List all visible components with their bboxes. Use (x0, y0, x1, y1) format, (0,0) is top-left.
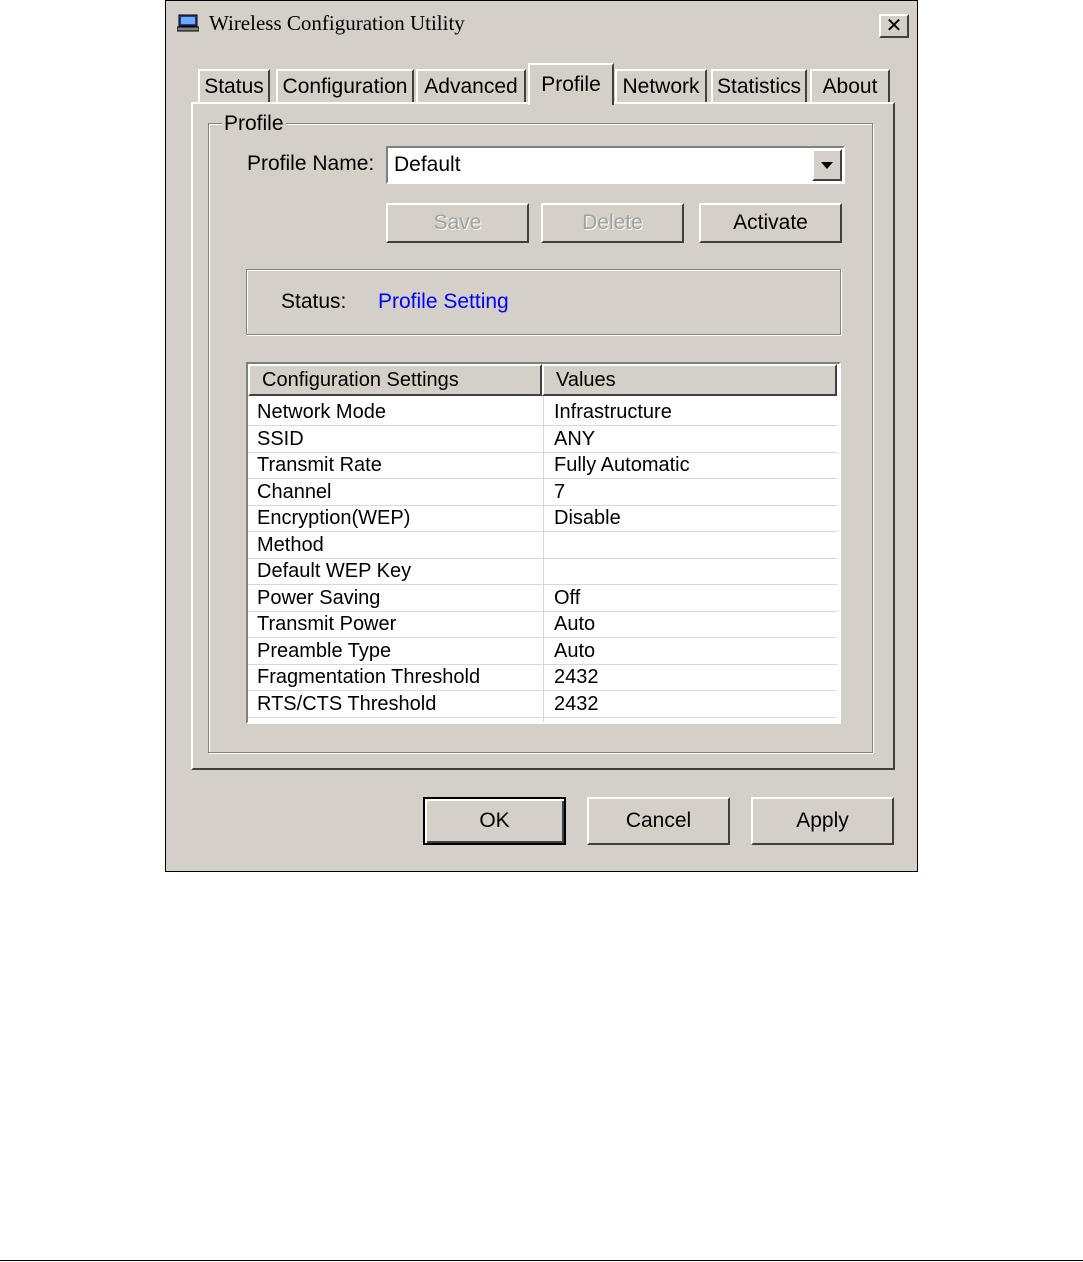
tab-advanced[interactable]: Advanced (416, 69, 526, 102)
table-row[interactable]: Transmit Power Auto (248, 611, 837, 638)
table-row[interactable]: Fragmentation Threshold 2432 (248, 664, 837, 691)
setting-name: SSID (257, 428, 304, 450)
status-label: Status: (281, 290, 347, 313)
setting-name: Power Saving (257, 587, 381, 609)
setting-name: Preamble Type (257, 640, 392, 662)
ok-button[interactable]: OK (423, 797, 566, 845)
setting-name: Method (257, 534, 324, 556)
setting-name: Transmit Power (257, 613, 397, 635)
profile-name-label: Profile Name: (247, 152, 375, 175)
cancel-button[interactable]: Cancel (587, 797, 730, 845)
apply-button[interactable]: Apply (751, 797, 894, 845)
setting-value: Auto (554, 640, 596, 662)
page-divider (0, 1260, 1083, 1261)
setting-name: Default WEP Key (257, 560, 412, 582)
dropdown-button[interactable] (812, 149, 842, 181)
tab-status[interactable]: Status (198, 69, 270, 102)
table-row[interactable]: Transmit Rate Fully Automatic (248, 452, 837, 479)
setting-value: Infrastructure (554, 401, 672, 423)
profile-name-value: Default (394, 153, 461, 176)
setting-value: Fully Automatic (554, 454, 690, 476)
setting-name: Transmit Rate (257, 454, 382, 476)
table-row[interactable]: Default WEP Key (248, 558, 837, 585)
setting-value: Disable (554, 507, 621, 529)
delete-button[interactable]: Delete (541, 203, 684, 243)
setting-value: Auto (554, 613, 596, 635)
table-row[interactable]: Power Saving Off (248, 585, 837, 612)
setting-value: 7 (554, 481, 566, 503)
setting-name: Encryption(WEP) (257, 507, 411, 529)
table-row[interactable]: Channel 7 (248, 479, 837, 506)
table-row[interactable]: Encryption(WEP) Disable (248, 505, 837, 532)
setting-name: Channel (257, 481, 332, 503)
column-header-settings[interactable]: Configuration Settings (248, 364, 542, 396)
tab-configuration[interactable]: Configuration (276, 69, 414, 102)
column-header-values[interactable]: Values (542, 364, 837, 396)
chevron-down-icon (821, 161, 833, 169)
setting-name: Network Mode (257, 401, 386, 423)
save-button[interactable]: Save (386, 203, 529, 243)
tab-network[interactable]: Network (615, 69, 707, 102)
setting-value: Off (554, 587, 581, 609)
setting-value: 2432 (554, 666, 599, 688)
listview-header: Configuration Settings Values (248, 364, 837, 396)
table-row[interactable]: Method (248, 532, 837, 559)
settings-listview[interactable]: Configuration Settings Values Network Mo… (246, 362, 841, 724)
tab-statistics[interactable]: Statistics (711, 69, 807, 102)
profile-group-label: Profile (222, 112, 286, 136)
profile-name-combobox[interactable]: Default (386, 146, 845, 184)
setting-value: 2432 (554, 693, 599, 715)
wireless-config-window: Wireless Configuration Utility ✕ Status … (165, 0, 918, 872)
table-row[interactable]: Network Mode Infrastructure (248, 399, 837, 426)
activate-button[interactable]: Activate (699, 203, 842, 243)
setting-name: RTS/CTS Threshold (257, 693, 437, 715)
table-row[interactable]: SSID ANY (248, 426, 837, 453)
setting-value: ANY (554, 428, 596, 450)
tab-profile[interactable]: Profile (528, 63, 614, 105)
tab-about[interactable]: About (810, 69, 890, 102)
status-value: Profile Setting (378, 290, 509, 313)
table-row[interactable]: RTS/CTS Threshold 2432 (248, 691, 837, 718)
setting-name: Fragmentation Threshold (257, 666, 481, 688)
table-row[interactable]: Preamble Type Auto (248, 638, 837, 665)
